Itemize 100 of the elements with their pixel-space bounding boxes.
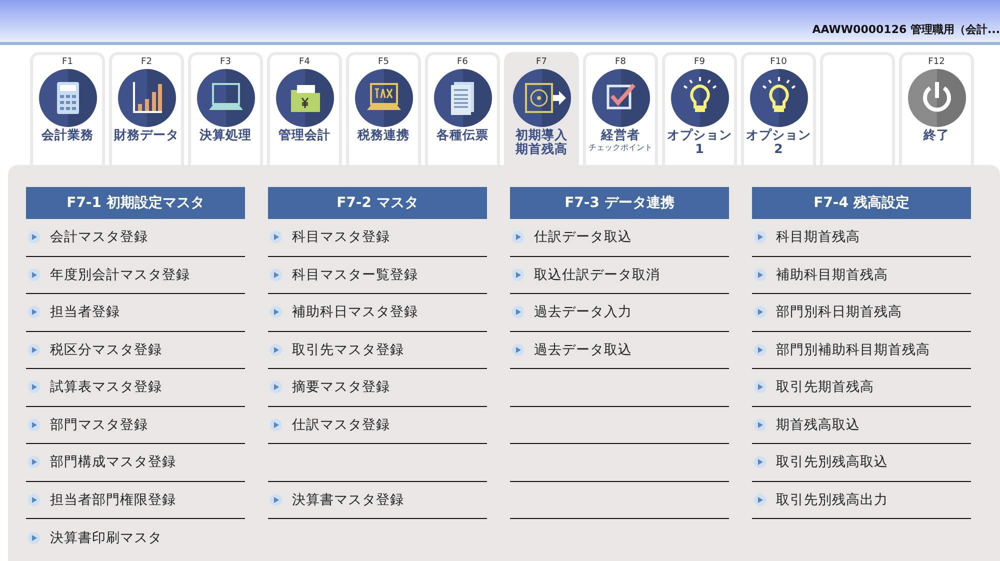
header-title: AAWW0000126 管理職用（会計... [812, 22, 1000, 38]
tax-laptop-icon [354, 68, 414, 128]
menu-link[interactable]: 補助科目期首残高 [752, 264, 888, 285]
function-tab[interactable]: F4 管理会計 [267, 52, 342, 165]
bullet-icon [754, 381, 766, 394]
function-tab[interactable]: F5 税務連携 [346, 52, 421, 165]
function-tab[interactable]: F8 経営者 チェックポイント [583, 52, 658, 165]
bullet-icon [28, 494, 40, 506]
function-key-label: F1 [62, 57, 73, 68]
bullet-icon [28, 381, 40, 394]
function-tab[interactable]: F7 初期導入 期首残高 [504, 52, 579, 165]
menu-link[interactable]: 取引先別残高出力 [752, 490, 888, 510]
function-tab[interactable]: F2 財務データ [109, 52, 184, 165]
menu-heading: F7-3 データ連携 [510, 187, 729, 219]
function-key-label: F6 [457, 57, 468, 68]
menu-link[interactable]: 科目マスター覧登録 [268, 264, 418, 285]
function-tab[interactable]: F10 オプション 2 [741, 52, 816, 165]
function-tab[interactable]: F12 終了 [899, 52, 974, 165]
menu-link[interactable]: 科目期首残高 [752, 227, 860, 248]
bullet-icon [754, 494, 766, 506]
bullet-icon [28, 231, 40, 244]
menu-link[interactable]: 年度別会計マスタ登録 [26, 264, 190, 285]
menu-link[interactable]: 部門マスタ登録 [26, 414, 148, 435]
bullet-icon [28, 418, 40, 431]
function-key-label: F10 [770, 57, 787, 68]
tab-label: 税務連携 [358, 128, 410, 142]
menu-link[interactable]: 決算書印刷マスタ [26, 528, 162, 548]
bullet-icon [270, 268, 282, 281]
bullet-icon [270, 381, 282, 394]
menu-link[interactable]: 取込仕訳データ取消 [510, 264, 660, 285]
menu-link[interactable]: 担当者登録 [26, 302, 120, 322]
calculator-icon [38, 68, 98, 128]
bullet-icon [512, 231, 524, 244]
menu-heading: F7-4 残高設定 [752, 187, 971, 219]
function-tab[interactable]: F6 各種伝票 [425, 52, 500, 165]
bullet-icon [512, 344, 524, 356]
menu-link[interactable]: 仕訳マスタ登録 [268, 414, 390, 435]
tab-label: 管理会計 [278, 128, 330, 142]
bullet-icon [270, 418, 282, 431]
tab-label: 経営者 [601, 128, 640, 142]
blank-tab[interactable] [820, 52, 895, 165]
menu-link[interactable]: 部門別科日期首残高 [752, 302, 902, 322]
bullet-icon [754, 268, 766, 281]
document-icon [432, 68, 492, 128]
function-key-label: F5 [378, 57, 389, 68]
bullet-icon [28, 306, 40, 318]
tab-label: 各種伝票 [436, 128, 488, 142]
menu-link[interactable]: 取引先マスタ登録 [268, 340, 404, 360]
tab-label: 終了 [924, 128, 950, 142]
bar-chart-icon [116, 68, 176, 128]
tab-label: 初期導入 [516, 128, 568, 142]
function-key-label: F4 [299, 57, 310, 68]
menu-heading: F7-2 マスタ [268, 187, 487, 219]
menu-link[interactable]: 摘要マスタ登録 [268, 377, 390, 398]
menu-link[interactable]: 過去データ取込 [510, 340, 632, 360]
tab-label: 財務データ [114, 128, 179, 142]
bullet-icon [270, 231, 282, 244]
menu-link[interactable]: 取引先期首残高 [752, 377, 874, 398]
bullet-icon [270, 494, 282, 506]
menu-link[interactable]: 試算表マスタ登録 [26, 377, 162, 398]
laptop-icon [196, 68, 256, 128]
menu-link[interactable]: 科目マスタ登録 [268, 227, 390, 248]
bullet-icon [270, 344, 282, 356]
function-key-label: F12 [928, 57, 945, 68]
tab-label: オプション [746, 128, 811, 142]
menu-link[interactable]: 取引先別残高取込 [752, 452, 888, 472]
bullet-icon [28, 532, 40, 544]
menu-link[interactable]: 部門別補助科目期首残高 [752, 340, 930, 360]
bullet-icon [512, 306, 524, 318]
tab-label: 会計業務 [42, 128, 94, 142]
tab-label: 期首残高 [516, 142, 568, 156]
bullet-icon [28, 344, 40, 356]
bullet-icon [754, 418, 766, 431]
menu-link[interactable]: 担当者部門権限登録 [26, 490, 176, 510]
checkbox-icon [590, 68, 650, 128]
tab-label: 決算処理 [200, 128, 252, 142]
menu-link[interactable]: 部門構成マスタ登録 [26, 452, 176, 472]
menu-link[interactable]: 期首残高取込 [752, 414, 860, 435]
function-key-label: F3 [220, 57, 231, 68]
bullet-icon [754, 231, 766, 244]
menu-link[interactable]: 決算書マスタ登録 [268, 490, 404, 510]
function-key-label: F7 [536, 57, 547, 68]
bullet-icon [754, 456, 766, 468]
function-key-label: F9 [694, 57, 705, 68]
tab-label: チェックポイント [588, 142, 652, 153]
function-key-label: F8 [615, 57, 626, 68]
function-tab[interactable]: F1 会計業務 [30, 52, 105, 165]
menu-link[interactable]: 会計マスタ登録 [26, 227, 148, 248]
bullet-icon [28, 268, 40, 281]
lightbulb-icon [748, 68, 808, 128]
function-tab[interactable]: F9 オプション 1 [662, 52, 737, 165]
menu-link[interactable]: 過去データ入力 [510, 302, 632, 322]
menu-link[interactable]: 税区分マスタ登録 [26, 340, 162, 360]
menu-link[interactable]: 仕訳データ取込 [510, 227, 632, 248]
bullet-icon [512, 268, 524, 281]
tab-label: オプション [667, 128, 732, 142]
function-tab[interactable]: F3 決算処理 [188, 52, 263, 165]
bullet-icon [28, 456, 40, 468]
menu-link[interactable]: 補助科日マスタ登録 [268, 302, 418, 322]
menu-heading: F7-1 初期設定マスタ [26, 187, 245, 219]
